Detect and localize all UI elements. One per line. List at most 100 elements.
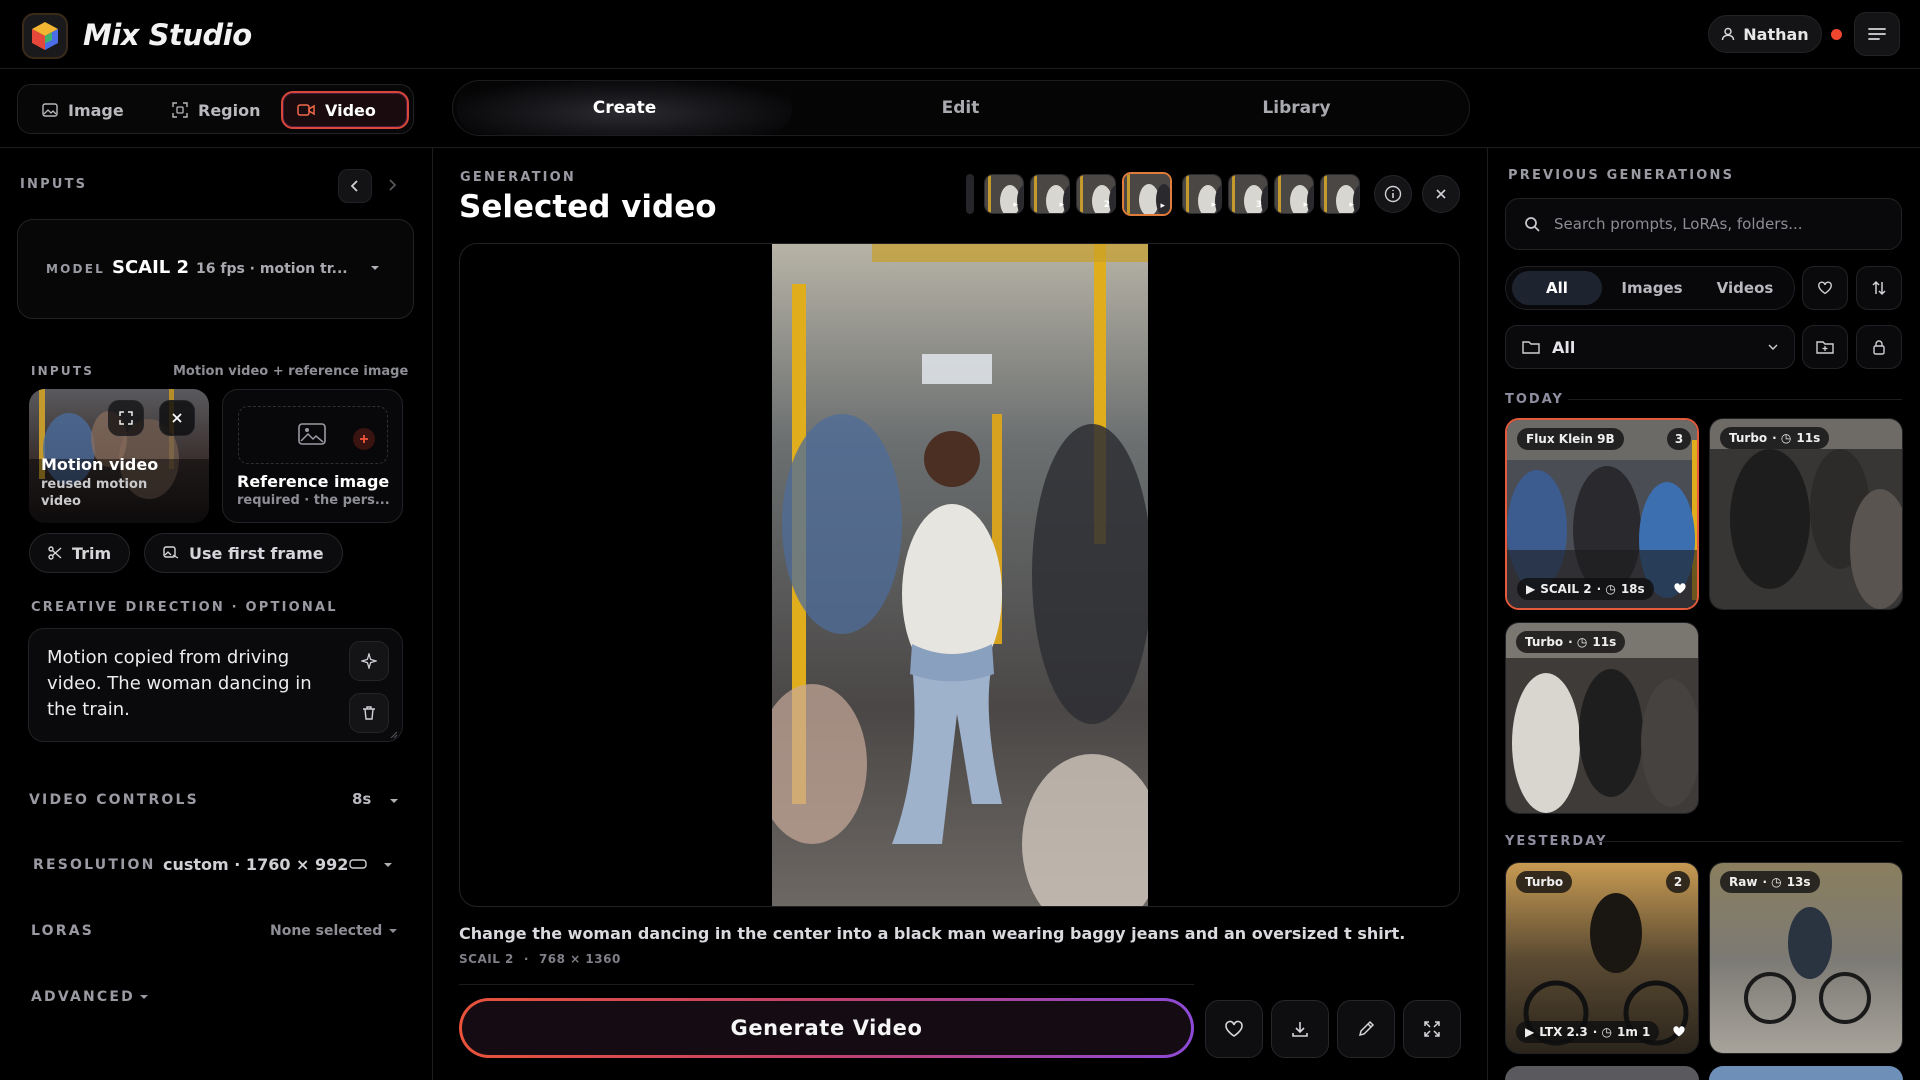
generation-thumbnail[interactable]: 3 <box>1228 174 1268 214</box>
hamburger-menu-button[interactable] <box>1854 12 1900 56</box>
prev-button[interactable] <box>338 169 372 203</box>
favorite-button[interactable] <box>1205 1000 1263 1058</box>
creative-direction-field[interactable]: Motion copied from driving video. The wo… <box>28 628 403 742</box>
motion-video-card[interactable]: Motion video reused motion video <box>29 389 209 523</box>
heart-icon[interactable] <box>1672 1025 1686 1038</box>
menu-lines-icon <box>1868 28 1886 40</box>
filter-videos[interactable]: Videos <box>1700 271 1790 305</box>
history-card[interactable]: Turbo 2 ▶ LTX 2.3 · ◷ 1m 1 <box>1505 862 1699 1054</box>
history-count: 2 <box>1666 871 1690 893</box>
loras-label: LORAS <box>31 923 95 939</box>
chevron-down-icon[interactable] <box>383 861 393 869</box>
mode-video-label: Video <box>325 100 376 120</box>
model-selector[interactable]: MODEL SCAIL 2 16 fps · motion tr... <box>17 219 414 319</box>
generation-thumbnail[interactable]: ▸ <box>1274 174 1314 214</box>
generation-thumbnail[interactable]: ▸ <box>1182 174 1222 214</box>
model-label: MODEL <box>46 262 105 276</box>
history-tag-label: Raw <box>1729 875 1758 889</box>
mode-image-button[interactable]: Image <box>28 91 138 129</box>
edit-button[interactable] <box>1337 1000 1395 1058</box>
history-card[interactable]: Turbo · ◷ 11s <box>1709 418 1903 610</box>
history-footer: ▶ LTX 2.3 · ◷ 1m 1 <box>1516 1021 1660 1043</box>
cube-logo-icon <box>32 22 58 50</box>
favorites-filter-button[interactable] <box>1802 266 1848 310</box>
search-input[interactable]: Search prompts, LoRAs, folders... <box>1505 198 1902 250</box>
previous-generations-title: PREVIOUS GENERATIONS <box>1508 168 1735 183</box>
filter-images[interactable]: Images <box>1606 271 1698 305</box>
sort-button[interactable] <box>1856 266 1902 310</box>
loras-value[interactable]: None selected <box>270 923 382 939</box>
enhance-prompt-button[interactable] <box>349 641 389 681</box>
chevron-down-icon[interactable] <box>389 797 399 805</box>
download-icon <box>1292 1022 1308 1037</box>
user-menu-button[interactable]: Nathan <box>1708 15 1822 53</box>
new-folder-button[interactable] <box>1802 325 1848 369</box>
video-controls-value[interactable]: 8s <box>352 790 371 808</box>
generation-thumbnail[interactable]: ▸ <box>984 174 1024 214</box>
history-card[interactable]: Raw · ◷ 13s <box>1709 862 1903 1054</box>
folder-select[interactable]: All <box>1505 325 1795 369</box>
inputs-title: INPUTS <box>20 177 88 192</box>
mode-video-button[interactable]: Video <box>281 91 409 129</box>
main-tabs: Create Edit Library <box>452 80 1470 136</box>
folder-icon <box>1522 341 1540 354</box>
page-title: Selected video <box>459 189 717 225</box>
history-card-partial[interactable] <box>1709 1066 1903 1080</box>
remove-motion-button[interactable] <box>159 400 195 436</box>
close-viewer-button[interactable] <box>1422 175 1460 213</box>
user-name: Nathan <box>1743 24 1809 44</box>
reference-image-card[interactable]: Reference image required · the pers... <box>222 389 403 523</box>
play-icon: ▸ <box>1013 200 1018 210</box>
history-time: 11s <box>1592 635 1617 649</box>
trim-button[interactable]: Trim <box>29 533 131 573</box>
history-card[interactable]: Turbo · ◷ 11s <box>1505 622 1699 814</box>
folder-value: All <box>1552 337 1576 357</box>
mode-region-button[interactable]: Region <box>158 91 275 129</box>
tab-create[interactable]: Create <box>457 81 792 135</box>
sort-icon <box>1872 280 1886 296</box>
generation-thumbnail[interactable]: ▸ <box>1320 174 1360 214</box>
add-reference-button[interactable] <box>353 428 375 450</box>
clear-prompt-button[interactable] <box>349 693 389 733</box>
video-controls-label: VIDEO CONTROLS <box>29 792 199 808</box>
thumbnail-image <box>1321 175 1359 213</box>
chevron-down-icon[interactable] <box>388 927 398 935</box>
tab-edit[interactable]: Edit <box>793 81 1128 135</box>
generation-thumbnail[interactable]: 2 <box>1076 174 1116 214</box>
clock-icon: · ◷ <box>1592 1025 1612 1039</box>
heart-icon[interactable] <box>1673 582 1687 595</box>
advanced-toggle[interactable]: ADVANCED <box>31 989 135 1005</box>
scissors-icon <box>48 546 62 560</box>
info-button[interactable] <box>1374 175 1412 213</box>
filter-all[interactable]: All <box>1512 271 1602 305</box>
tab-library[interactable]: Library <box>1129 81 1464 135</box>
resolution-value[interactable]: custom · 1760 × 992 <box>163 855 348 874</box>
generation-thumbnail[interactable]: ▸ <box>1030 174 1070 214</box>
download-button[interactable] <box>1271 1000 1329 1058</box>
chevron-down-icon[interactable] <box>139 993 149 1001</box>
app-logo[interactable] <box>22 13 68 59</box>
chevron-right-icon <box>389 179 397 191</box>
image-icon <box>42 103 58 117</box>
mode-switcher: Image Region Video <box>17 84 414 134</box>
clock-icon: · ◷ <box>1596 582 1616 596</box>
generation-thumbnail[interactable]: ▸ <box>1122 172 1172 216</box>
inputs-section-label: INPUTS <box>31 364 95 378</box>
history-footer-time: 1m 1 <box>1617 1025 1651 1039</box>
play-icon: ▸ <box>1349 200 1354 210</box>
resize-handle-icon[interactable] <box>390 731 398 739</box>
use-first-frame-button[interactable]: Use first frame <box>144 533 343 573</box>
folder-plus-icon <box>1816 341 1834 354</box>
resolution-label: RESOLUTION <box>33 857 156 873</box>
expand-motion-button[interactable] <box>108 400 144 436</box>
chevron-down-icon <box>1768 344 1778 350</box>
generation-prompt: Change the woman dancing in the center i… <box>459 924 1406 943</box>
lock-button[interactable] <box>1856 325 1902 369</box>
play-icon: ▸ <box>1303 200 1308 210</box>
fullscreen-button[interactable] <box>1403 1000 1461 1058</box>
history-card[interactable]: Flux Klein 9B 3 ▶ SCAIL 2 · ◷ 18s <box>1505 418 1699 610</box>
history-card-partial[interactable] <box>1505 1066 1699 1080</box>
video-player[interactable] <box>459 243 1460 907</box>
next-button[interactable] <box>387 178 397 192</box>
generate-video-button[interactable]: Generate Video <box>459 998 1194 1058</box>
